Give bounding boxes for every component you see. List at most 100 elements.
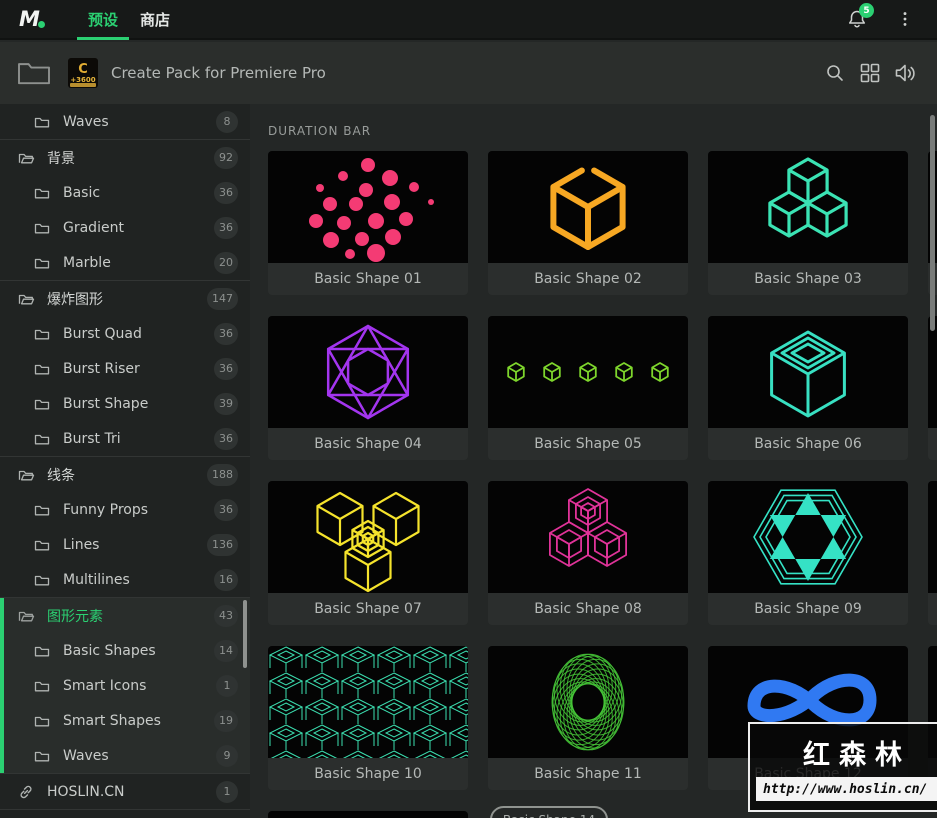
preset-thumbnail (708, 481, 908, 593)
preset-card[interactable]: Basic Shape 06 (708, 316, 908, 460)
sidebar-item[interactable]: Basic 36 (0, 175, 250, 210)
preset-card[interactable]: Basic Shape 07 (268, 481, 468, 625)
preset-card[interactable]: Basic Shape 03 (708, 151, 908, 295)
sidebar-item-label: Gradient (63, 219, 124, 236)
preset-card[interactable]: Basic Shape 04 (268, 316, 468, 460)
preset-card-clipped[interactable] (928, 481, 937, 625)
sidebar-item[interactable]: Lines 136 (0, 527, 250, 562)
sidebar-item[interactable]: HOSLIN.CN 1 (0, 774, 250, 809)
preset-card-label: Basic Shape 08 (488, 593, 688, 625)
item-count-badge: 36 (214, 181, 238, 204)
folder-icon (34, 399, 50, 409)
starhex-shape-graphic (753, 489, 863, 585)
sidebar-item[interactable]: 线条 188 (0, 457, 250, 492)
sidebar-item[interactable]: 爆炸图形 147 (0, 281, 250, 316)
sidebar-item-label: HOSLIN.CN (47, 783, 125, 800)
item-count-badge: 14 (214, 639, 238, 662)
preset-card[interactable]: Basic Shape 05 (488, 316, 688, 460)
sidebar-item[interactable]: Funny Props 36 (0, 492, 250, 527)
sidebar-item[interactable]: Waves 8 (0, 104, 250, 139)
section-title: DURATION BAR (268, 124, 372, 138)
preset-card-label: Basic Shape 04 (268, 428, 468, 460)
preset-card[interactable]: Basic Shape 02 (488, 151, 688, 295)
folder-icon (34, 646, 50, 656)
grid-view-icon[interactable] (858, 61, 882, 85)
preset-card[interactable]: Basic Shape 01 (268, 151, 468, 295)
item-count-badge: 8 (216, 110, 238, 133)
header-actions (823, 61, 917, 85)
item-count-badge: 36 (214, 322, 238, 345)
preset-card-label (928, 593, 937, 625)
preset-card-label: Basic Shape 11 (488, 758, 688, 790)
preset-card-label: Basic Shape 01 (268, 263, 468, 295)
sidebar-item[interactable]: Marble 20 (0, 245, 250, 280)
preset-thumbnail (268, 151, 468, 263)
preset-thumbnail (708, 151, 908, 263)
preset-card-clipped[interactable] (268, 811, 468, 818)
sidebar-item-label: Smart Shapes (63, 712, 161, 729)
preset-card-label: Basic Shape 03 (708, 263, 908, 295)
sidebar-item[interactable]: Basic Shapes 14 (0, 633, 250, 668)
folder-icon (34, 364, 50, 374)
search-icon[interactable] (823, 61, 847, 85)
preset-card-label: Basic Shape 09 (708, 593, 908, 625)
preset-card-label: Basic Shape 02 (488, 263, 688, 295)
preset-card[interactable]: Basic Shape 10 (268, 646, 468, 790)
menu-button[interactable] (895, 7, 915, 31)
preset-card-label: Basic Shape 05 (488, 428, 688, 460)
sidebar-item[interactable]: Gradient 36 (0, 210, 250, 245)
item-count-badge: 188 (207, 463, 238, 486)
main-scrollbar[interactable] (930, 115, 935, 331)
preset-thumbnail (488, 151, 688, 263)
folder-icon (34, 540, 50, 550)
preset-thumbnail (488, 646, 688, 758)
sidebar-divider (0, 809, 250, 810)
preset-thumbnail (928, 316, 937, 428)
sidebar-item[interactable]: Burst Riser 36 (0, 351, 250, 386)
preset-card-clipped[interactable] (928, 316, 937, 460)
sidebar-item[interactable]: Smart Icons 1 (0, 668, 250, 703)
sidebar-item-label: Funny Props (63, 501, 149, 518)
pack-title: Create Pack for Premiere Pro (111, 64, 326, 82)
notification-badge: 5 (859, 3, 874, 18)
sidebar-item-label: Waves (63, 113, 109, 130)
sidebar: Waves 8 背景 92 Basic 36 Gradient 36 Marble 20 爆炸图形 1… (0, 104, 250, 818)
item-count-badge: 43 (214, 604, 238, 627)
tab-presets[interactable]: 预设 (77, 0, 130, 40)
cubes3nested-shape-graphic (549, 488, 627, 567)
logo-dot-icon (37, 20, 45, 28)
item-count-badge: 36 (214, 216, 238, 239)
preset-card[interactable]: Basic Shape 09 (708, 481, 908, 625)
preset-card[interactable]: Basic Shape 11 (488, 646, 688, 790)
sidebar-item[interactable]: Burst Tri 36 (0, 421, 250, 456)
sidebar-item[interactable]: 图形元素 43 (0, 598, 250, 633)
sidebar-item-label: Multilines (63, 571, 130, 588)
sidebar-item[interactable]: Smart Shapes 19 (0, 703, 250, 738)
folder-icon (34, 681, 50, 691)
tab-store-label: 商店 (140, 10, 171, 29)
folder-icon (34, 434, 50, 444)
sidebar-item[interactable]: Burst Quad 36 (0, 316, 250, 351)
tab-store[interactable]: 商店 (129, 0, 181, 38)
preset-thumbnail (268, 316, 468, 428)
sound-icon[interactable] (893, 61, 917, 85)
sidebar-item[interactable]: Waves 9 (0, 738, 250, 773)
preset-pill-placeholder[interactable]: Basic Shape 14 (490, 806, 608, 818)
folder-icon[interactable] (16, 58, 52, 88)
watermark-title: 红森林 (803, 740, 911, 771)
sidebar-item-label: 爆炸图形 (47, 291, 103, 308)
folder-icon (34, 117, 50, 127)
pack-bar (70, 83, 96, 87)
sidebar-item[interactable]: 背景 92 (0, 140, 250, 175)
sidebar-scrollbar[interactable] (243, 600, 247, 668)
pack-thumbnail-icon[interactable]: C +3600 (68, 58, 98, 88)
folder-icon (34, 575, 50, 585)
notifications-button[interactable]: 5 (845, 3, 874, 31)
sidebar-item-label: Basic Shapes (63, 642, 156, 659)
sidebar-item[interactable]: Multilines 16 (0, 562, 250, 597)
preset-thumbnail (268, 481, 468, 593)
hexgrid-shape-graphic (326, 324, 410, 420)
cubelayers-shape-graphic (770, 330, 846, 418)
preset-card[interactable]: Basic Shape 08 (488, 481, 688, 625)
sidebar-item[interactable]: Burst Shape 39 (0, 386, 250, 421)
